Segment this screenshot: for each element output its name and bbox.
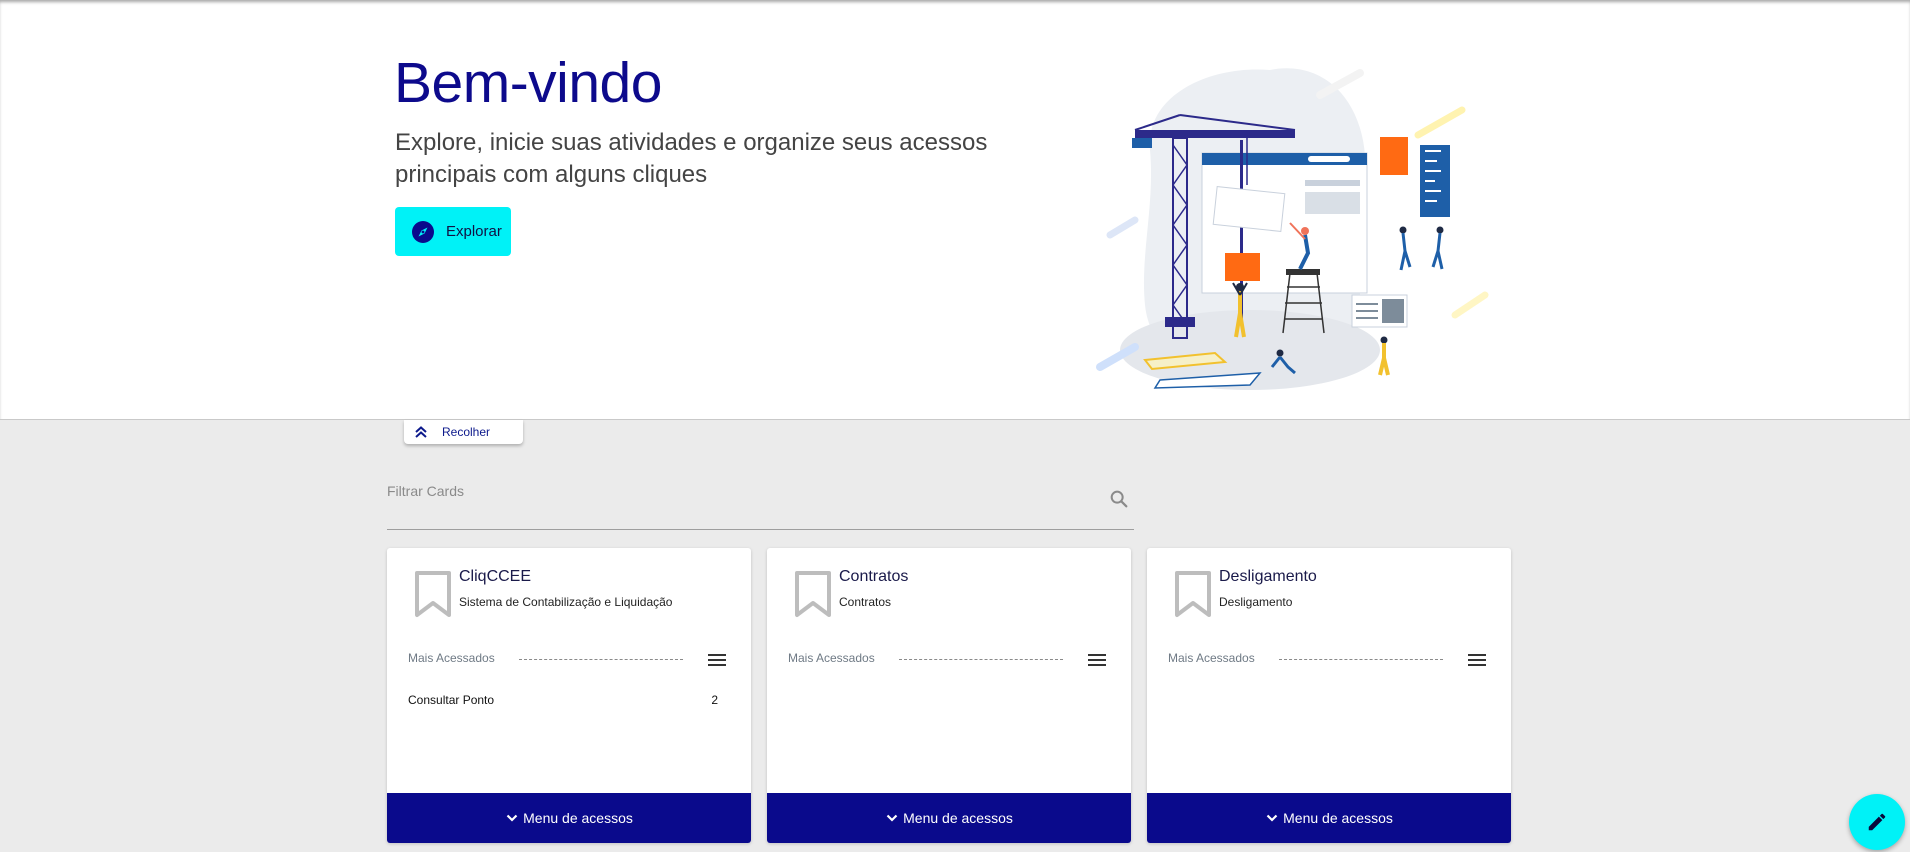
edit-fab-button[interactable] [1849,794,1905,850]
most-accessed-label: Mais Acessados [788,651,875,665]
divider [899,659,1063,660]
filter-cards-input[interactable] [387,478,1087,504]
page-title: Bem-vindo [394,51,662,115]
card-subtitle: Contratos [839,595,892,609]
card-title: Contratos [839,568,909,585]
access-menu-button[interactable]: Menu de acessos [767,793,1131,843]
filter-cards-field [387,478,1134,530]
card-subtitle: Desligamento [1219,595,1293,609]
access-menu-label: Menu de acessos [523,810,633,826]
bookmark-icon[interactable] [1174,570,1212,618]
most-accessed-item[interactable]: Consultar Ponto 2 [408,693,728,707]
card-cliqccee: CliqCCEE Sistema de Contabilização e Liq… [387,548,751,843]
collapse-label: Recolher [442,425,491,439]
bookmark-icon[interactable] [794,570,832,618]
most-accessed-item-label: Consultar Ponto [408,693,495,707]
menu-icon[interactable] [1466,651,1488,669]
most-accessed-label: Mais Acessados [408,651,495,665]
chevron-down-icon [506,814,518,822]
search-icon[interactable] [1108,488,1130,510]
welcome-subtitle: Explore, inicie suas atividades e organi… [395,129,988,188]
chevron-down-icon [1266,814,1278,822]
most-accessed-label: Mais Acessados [1168,651,1255,665]
explore-button[interactable]: Explorar [395,207,511,256]
card-contratos: Contratos Contratos Mais Acessados Menu … [767,548,1131,843]
card-subtitle: Sistema de Contabilização e Liquidação [459,595,673,609]
card-desligamento: Desligamento Desligamento Mais Acessados… [1147,548,1511,843]
menu-icon[interactable] [1086,651,1108,669]
access-menu-label: Menu de acessos [1283,810,1393,826]
chevron-down-icon [886,814,898,822]
most-accessed-item-count: 2 [711,693,718,707]
divider [1279,659,1443,660]
bookmark-icon[interactable] [414,570,452,618]
access-menu-label: Menu de acessos [903,810,1013,826]
double-chevron-up-icon [415,426,427,438]
welcome-banner: Bem-vindo Explore, inicie suas atividade… [0,0,1910,420]
explore-button-label: Explorar [446,223,502,240]
collapse-button[interactable]: Recolher [404,420,523,444]
card-title: CliqCCEE [459,568,532,585]
access-menu-button[interactable]: Menu de acessos [1147,793,1511,843]
menu-icon[interactable] [706,651,728,669]
pencil-icon [1868,813,1886,831]
card-title: Desligamento [1219,568,1317,585]
divider [519,659,683,660]
access-menu-button[interactable]: Menu de acessos [387,793,751,843]
construction-team-illustration [1096,68,1489,390]
compass-icon [412,220,434,243]
